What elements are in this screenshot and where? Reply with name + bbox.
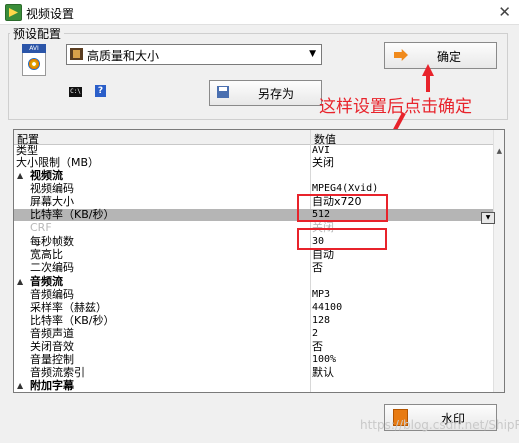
value-dropdown-icon[interactable]: ▼ [481, 212, 495, 224]
grid-row-size-limit[interactable]: 大小限制（MB） 关闭 [14, 157, 494, 169]
floppy-disk-icon [217, 86, 229, 98]
ok-button[interactable]: 确定 [384, 42, 497, 69]
grid-row-sample-rate[interactable]: 采样率（赫兹） 44100 [14, 302, 494, 314]
row-label: 屏幕大小 [30, 195, 74, 208]
grid-row-mute-audio[interactable]: 关闭音效 否 [14, 341, 494, 353]
row-value: MP3 [312, 289, 331, 300]
collapse-icon[interactable]: ▲ [17, 170, 23, 182]
row-label: 音量控制 [30, 353, 74, 366]
row-label: 宽高比 [30, 248, 63, 261]
highlight-box-screen-size [297, 194, 388, 222]
row-label: 比特率（KB/秒） [30, 208, 115, 221]
command-line-icon[interactable]: C:\ [69, 87, 82, 97]
title-bar: 视频设置 ✕ [0, 0, 519, 25]
ok-button-label: 确定 [437, 50, 462, 64]
grid-row-frame-rate[interactable]: 每秒帧数 30 [14, 236, 494, 248]
settings-grid[interactable]: 配置 数值 类型 AVI 大小限制（MB） 关闭 ▲ 视频流 视频编码 MPEG… [13, 129, 505, 393]
close-icon[interactable]: ✕ [498, 3, 511, 21]
grid-row-two-pass[interactable]: 二次编码 否 [14, 262, 494, 274]
row-value: 默认 [312, 366, 334, 379]
row-label: 大小限制（MB） [16, 156, 100, 169]
scroll-up-icon[interactable]: ▲ [497, 147, 502, 155]
grid-header: 配置 数值 [14, 130, 504, 146]
avi-format-icon: AVI [22, 44, 46, 76]
arrow-right-icon [394, 49, 408, 61]
row-value: 否 [312, 340, 323, 353]
preset-selected-value: 高质量和大小 [87, 49, 160, 63]
window-title: 视频设置 [26, 7, 75, 21]
row-value: 自动 [312, 248, 334, 261]
row-label: 采样率（赫兹） [30, 301, 107, 314]
grid-row-screen-size[interactable]: 屏幕大小 自动x720 [14, 196, 494, 208]
section-label: 音频流 [30, 275, 63, 288]
red-annotation-text: 这样设置后点击确定 [319, 97, 472, 117]
grid-section-audio[interactable]: ▲ 音频流 [14, 276, 494, 288]
grid-row-video-codec[interactable]: 视频编码 MPEG4(Xvid) [14, 183, 494, 195]
highlight-box-frame-rate [297, 228, 387, 250]
row-value: 44100 [312, 302, 343, 313]
preset-group-label: 预设配置 [10, 25, 65, 42]
grid-section-subtitles[interactable]: ▲ 附加字幕 [14, 380, 494, 392]
row-value: 2 [312, 328, 319, 339]
preset-dropdown[interactable]: 高质量和大小 ▼ [66, 44, 322, 65]
chevron-down-icon: ▼ [309, 49, 316, 59]
row-label: 每秒帧数 [30, 235, 74, 248]
app-icon [5, 4, 22, 21]
save-as-button[interactable]: 另存为 [209, 80, 322, 106]
row-label: 音频声道 [30, 327, 74, 340]
grid-row-audio-bitrate[interactable]: 比特率（KB/秒） 128 [14, 315, 494, 327]
row-label: 二次编码 [30, 261, 74, 274]
help-icon[interactable]: ? [95, 85, 106, 97]
grid-row-video-bitrate[interactable]: 比特率（KB/秒） 512 [14, 209, 494, 221]
grid-row-audio-stream-index[interactable]: 音频流索引 默认 [14, 367, 494, 379]
row-label: CRF [30, 221, 52, 234]
row-label: 关闭音效 [30, 340, 74, 353]
row-value: 否 [312, 261, 323, 274]
row-value: 128 [312, 315, 331, 326]
film-icon [70, 48, 83, 60]
grid-row-audio-channels[interactable]: 音频声道 2 [14, 328, 494, 340]
avi-icon-label: AVI [22, 44, 46, 53]
row-value: 100% [312, 354, 337, 365]
row-label: 音频流索引 [30, 366, 85, 379]
disc-icon [28, 58, 40, 70]
section-label: 视频流 [30, 169, 63, 182]
section-label: 附加字幕 [30, 379, 74, 392]
row-label: 音频编码 [30, 288, 74, 301]
save-as-button-label: 另存为 [258, 87, 295, 101]
grid-row-volume[interactable]: 音量控制 100% [14, 354, 494, 366]
grid-section-video[interactable]: ▲ 视频流 [14, 170, 494, 182]
collapse-icon[interactable]: ▲ [17, 276, 23, 288]
row-value: 关闭 [312, 156, 334, 169]
row-label: 比特率（KB/秒） [30, 314, 115, 327]
grid-row-audio-codec[interactable]: 音频编码 MP3 [14, 289, 494, 301]
vertical-scrollbar[interactable]: ▲ [493, 130, 504, 392]
grid-row-crf: CRF 关闭 [14, 222, 494, 234]
row-label: 视频编码 [30, 182, 74, 195]
page-watermark: https://blog.csdn.net/ShipRun [360, 418, 519, 432]
collapse-icon[interactable]: ▲ [17, 380, 23, 392]
grid-row-aspect-ratio[interactable]: 宽高比 自动 [14, 249, 494, 261]
